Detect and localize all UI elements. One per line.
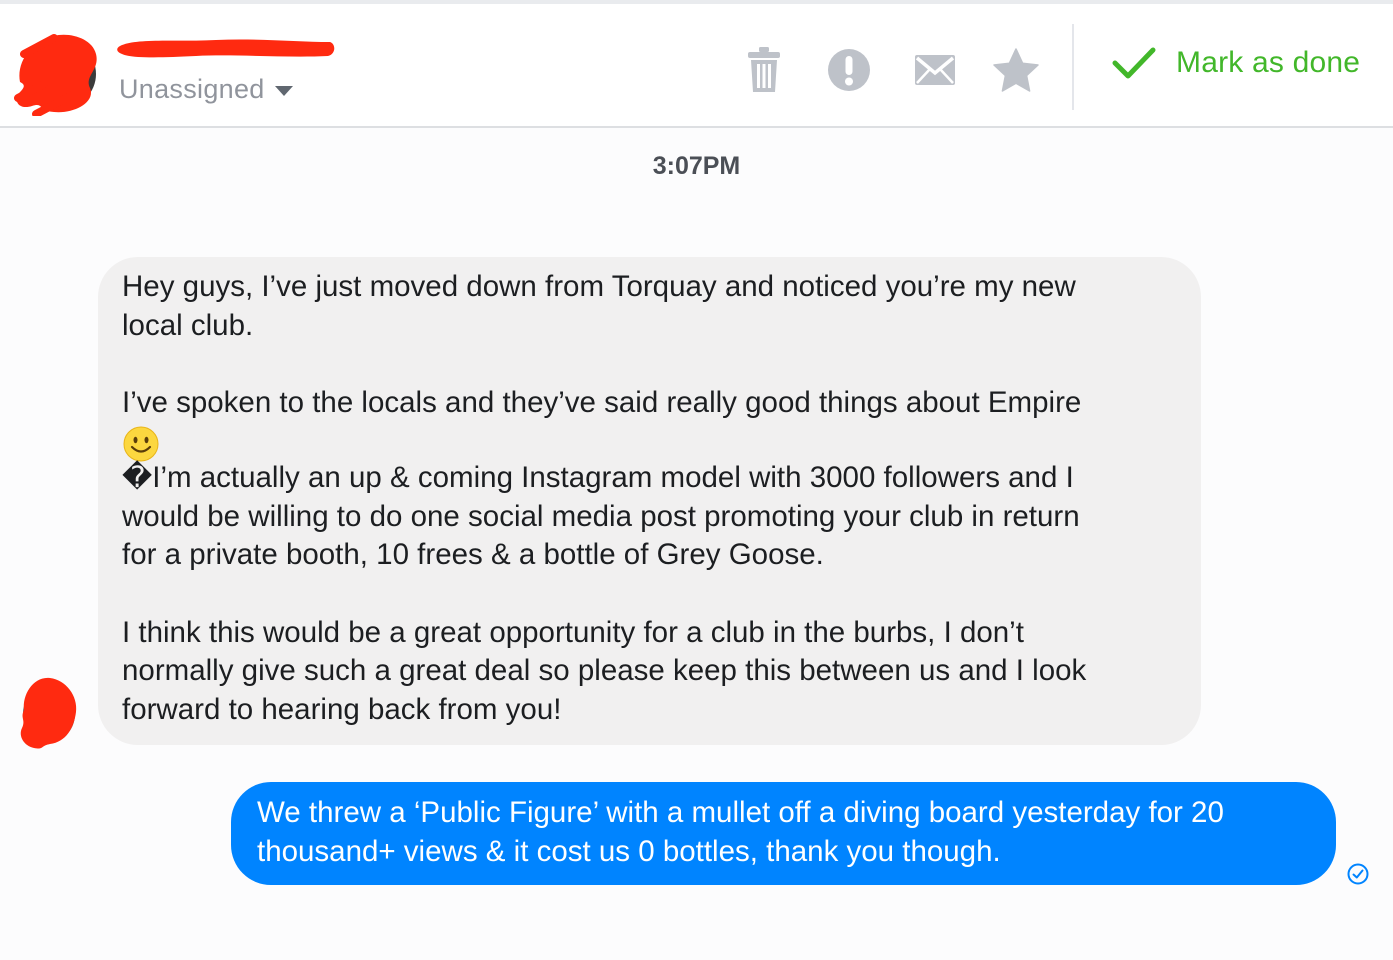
message-line: We threw a ‘Public Figure’ with a mullet…	[257, 796, 1224, 829]
message-line: Hey guys, I’ve just moved down from Torq…	[122, 270, 1076, 303]
message-line: I think this would be a great opportunit…	[122, 615, 1024, 649]
message-timestamp: 3:07PM	[652, 152, 741, 180]
message-line: would be willing to do one social media …	[122, 499, 1080, 533]
message-line: �I’m actually an up & coming Instagram m…	[122, 460, 1074, 494]
mark-as-done-label: Mark as done	[1176, 46, 1361, 79]
alert-icon	[828, 49, 870, 91]
message-thread: 3:07PM Hey guys, I’ve just moved down fr…	[0, 128, 1393, 960]
trash-icon	[748, 47, 780, 92]
chevron-down-icon	[274, 86, 293, 96]
message-line: I’ve spoken to the locals and they’ve sa…	[122, 386, 1082, 420]
star-button[interactable]	[991, 42, 1041, 98]
envelope-icon	[915, 55, 955, 85]
message-line: thousand+ views & it cost us 0 bottles, …	[257, 834, 1001, 868]
message-line: forward to hearing back from you!	[122, 693, 562, 726]
star-icon	[993, 48, 1039, 92]
assignee-dropdown[interactable]: Unassigned	[119, 74, 293, 105]
smiley-emoji-icon	[123, 426, 159, 462]
message-line: normally give such a great deal so pleas…	[122, 654, 1087, 688]
message-line: local club.	[122, 308, 254, 342]
delete-button[interactable]	[739, 42, 789, 98]
assignee-label: Unassigned	[119, 74, 265, 104]
avatar[interactable]	[14, 32, 98, 116]
mark-spam-button[interactable]	[824, 42, 874, 98]
toolbar-divider	[1072, 24, 1074, 110]
message-line: for a private booth, 10 frees & a bottle…	[122, 538, 824, 572]
sent-receipt-icon	[1347, 863, 1369, 885]
outgoing-message-bubble: We threw a ‘Public Figure’ with a mullet…	[231, 782, 1336, 885]
incoming-message-bubble: Hey guys, I’ve just moved down from Torq…	[98, 257, 1201, 745]
conversation-header: Unassigned Mark as done	[0, 4, 1393, 128]
checkmark-icon	[1112, 47, 1156, 79]
redacted-contact-name	[117, 39, 335, 58]
mark-as-done-button[interactable]: Mark as done	[1112, 46, 1360, 80]
mark-unread-button[interactable]	[910, 42, 960, 98]
sender-avatar[interactable]	[16, 670, 80, 750]
